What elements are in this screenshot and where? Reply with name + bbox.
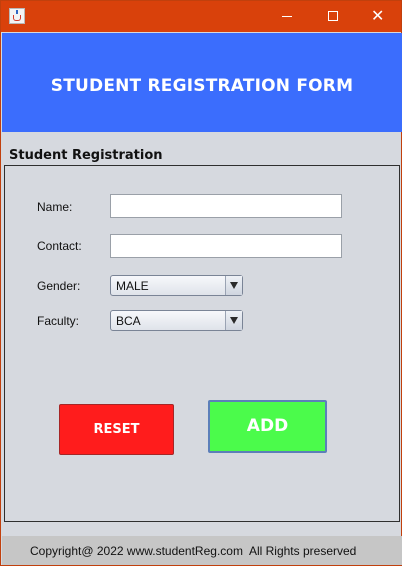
close-button[interactable]: ✕ [355, 1, 401, 32]
minimize-button[interactable] [264, 1, 310, 32]
dropdown-arrow-icon[interactable] [225, 311, 242, 330]
section-title: Student Registration [9, 148, 163, 163]
java-cup-icon [9, 8, 25, 24]
footer-bar: Copyright@ 2022 www.studentReg.com All R… [2, 536, 402, 565]
name-input[interactable] [110, 194, 342, 218]
form-title: STUDENT REGISTRATION FORM [50, 76, 354, 96]
add-button[interactable]: ADD [208, 400, 327, 453]
faculty-selected-value: BCA [116, 314, 141, 328]
copyright-text: Copyright@ 2022 www.studentReg.com All R… [30, 544, 357, 558]
dropdown-arrow-icon[interactable] [225, 276, 242, 295]
faculty-label: Faculty: [37, 314, 80, 328]
close-icon: ✕ [371, 6, 385, 25]
name-label: Name: [37, 200, 73, 214]
app-window: ✕ STUDENT REGISTRATION FORM Student Regi… [0, 0, 402, 566]
gender-label: Gender: [37, 279, 81, 293]
minimize-icon [282, 16, 292, 17]
reset-button[interactable]: RESET [59, 404, 174, 455]
title-bar[interactable]: ✕ [1, 1, 401, 32]
maximize-icon [328, 11, 338, 21]
gender-select[interactable]: MALE [110, 275, 243, 296]
gender-selected-value: MALE [116, 279, 149, 293]
maximize-button[interactable] [310, 1, 356, 32]
form-header-banner: STUDENT REGISTRATION FORM [2, 33, 402, 132]
registration-panel [4, 165, 400, 522]
faculty-select[interactable]: BCA [110, 310, 243, 331]
contact-input[interactable] [110, 234, 342, 258]
contact-label: Contact: [37, 239, 82, 253]
